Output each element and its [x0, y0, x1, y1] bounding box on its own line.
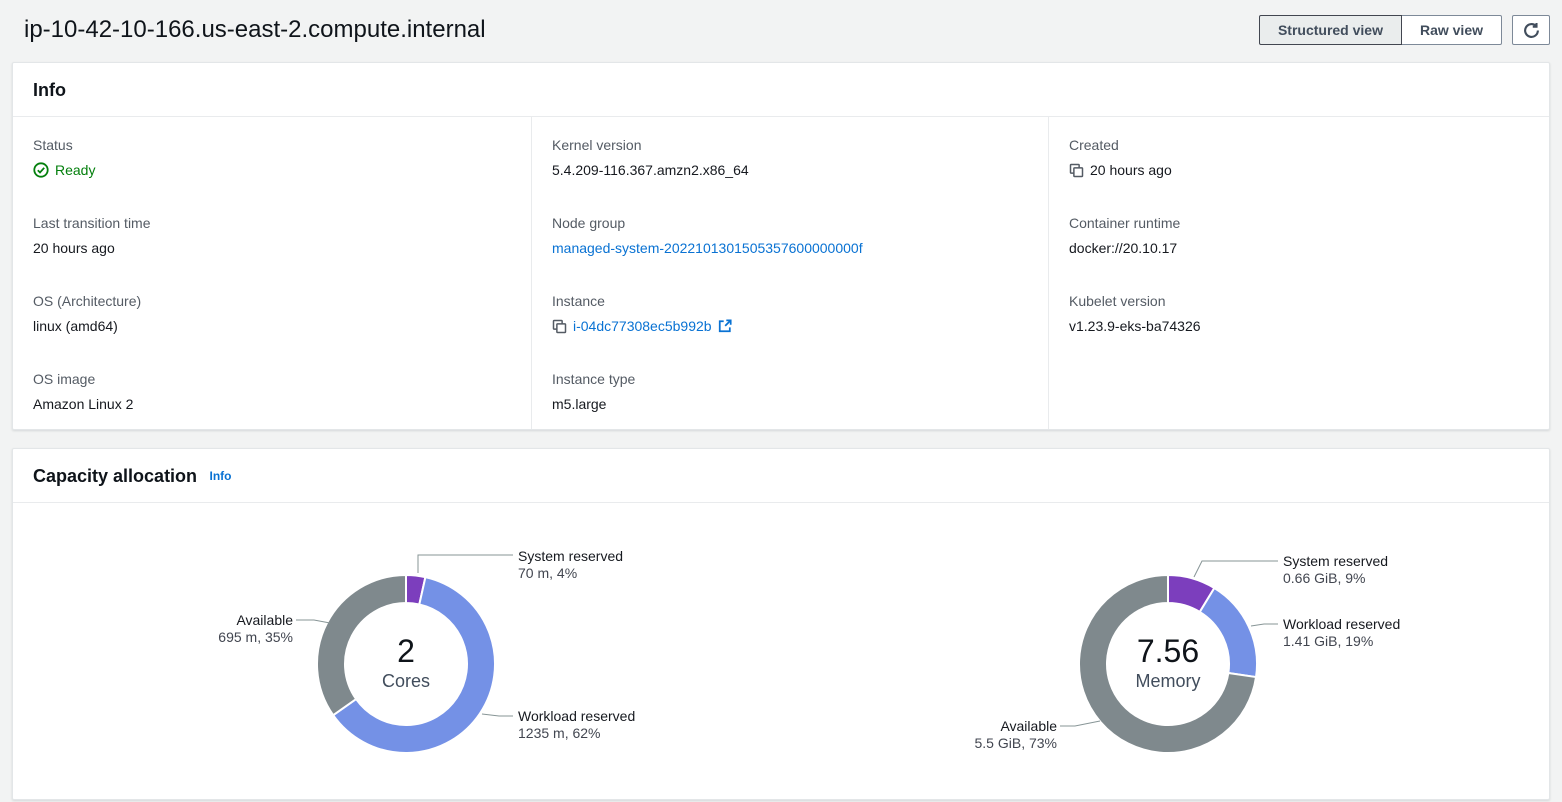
chart-label-memory-workload-reserved: Workload reserved 1.41 GiB, 19%: [1283, 616, 1400, 649]
leader-line: [1060, 721, 1100, 726]
chart-label-cores-workload-reserved: Workload reserved 1235 m, 62%: [518, 708, 635, 741]
field-value: m5.large: [552, 394, 1028, 414]
field-status: Status Ready: [13, 117, 531, 195]
external-link-icon[interactable]: [718, 319, 732, 333]
leader-line: [296, 620, 330, 623]
field-label: Status: [33, 136, 511, 154]
copy-icon[interactable]: [1069, 163, 1084, 178]
field-label: Last transition time: [33, 214, 511, 232]
page-title: ip-10-42-10-166.us-east-2.compute.intern…: [24, 13, 486, 47]
leader-line: [482, 714, 513, 716]
field-label: Created: [1069, 136, 1529, 154]
capacity-info-link[interactable]: Info: [210, 469, 232, 483]
chart-label-memory-system-reserved: System reserved 0.66 GiB, 9%: [1283, 553, 1388, 586]
leader-line: [418, 555, 513, 573]
page-header: ip-10-42-10-166.us-east-2.compute.intern…: [0, 0, 1562, 62]
field-label: Instance: [552, 292, 1028, 310]
field-value: Amazon Linux 2: [33, 394, 511, 414]
memory-donut-center: 7.56 Memory: [1088, 633, 1248, 693]
node-group-link[interactable]: managed-system-2022101301505357600000000…: [552, 238, 863, 258]
chart-label-memory-available: Available 5.5 GiB, 73%: [885, 718, 1057, 751]
cores-donut-center: 2 Cores: [326, 633, 486, 693]
field-value: 5.4.209-116.367.amzn2.x86_64: [552, 160, 1028, 180]
field-kernel-version: Kernel version 5.4.209-116.367.amzn2.x86…: [531, 117, 1048, 195]
field-kubelet-version: Kubelet version v1.23.9-eks-ba74326: [1048, 273, 1549, 351]
field-value: 20 hours ago: [1090, 160, 1172, 180]
field-os-image: OS image Amazon Linux 2: [13, 351, 531, 429]
copy-icon[interactable]: [552, 319, 567, 334]
refresh-icon: [1523, 22, 1540, 39]
field-instance: Instance i-04dc77308ec5b992b: [531, 273, 1048, 351]
field-created: Created 20 hours ago: [1048, 117, 1549, 195]
field-label: Instance type: [552, 370, 1028, 388]
cores-total-label: Cores: [326, 669, 486, 693]
header-actions: Structured view Raw view: [1259, 15, 1550, 45]
memory-total-label: Memory: [1088, 669, 1248, 693]
field-node-group: Node group managed-system-20221013015053…: [531, 195, 1048, 273]
status-value: Ready: [55, 160, 95, 180]
field-value: linux (amd64): [33, 316, 511, 336]
chart-label-cores-available: Available 695 m, 35%: [121, 612, 293, 645]
info-panel-title: Info: [33, 80, 66, 100]
field-label: Kernel version: [552, 136, 1028, 154]
field-value: v1.23.9-eks-ba74326: [1069, 316, 1529, 336]
field-container-runtime: Container runtime docker://20.10.17: [1048, 195, 1549, 273]
field-value: docker://20.10.17: [1069, 238, 1529, 258]
info-panel: Info Status Ready Kernel version 5.4.209…: [12, 62, 1550, 430]
chart-label-cores-system-reserved: System reserved 70 m, 4%: [518, 548, 623, 581]
raw-view-button[interactable]: Raw view: [1402, 15, 1502, 45]
field-os-architecture: OS (Architecture) linux (amd64): [13, 273, 531, 351]
field-instance-type: Instance type m5.large: [531, 351, 1048, 429]
refresh-button[interactable]: [1512, 15, 1550, 45]
capacity-allocation-panel: Capacity allocation Info 2 Cores 7.56 Me…: [12, 448, 1550, 800]
field-last-transition-time: Last transition time 20 hours ago: [13, 195, 531, 273]
status-success-icon: [33, 162, 49, 178]
structured-view-button[interactable]: Structured view: [1259, 15, 1402, 45]
empty-cell: [1048, 351, 1549, 429]
capacity-panel-title: Capacity allocation: [33, 466, 197, 486]
instance-link[interactable]: i-04dc77308ec5b992b: [573, 316, 712, 336]
leader-line: [1194, 561, 1278, 577]
field-label: OS (Architecture): [33, 292, 511, 310]
capacity-charts-svg: [13, 503, 1549, 802]
field-value: 20 hours ago: [33, 238, 511, 258]
info-grid: Status Ready Kernel version 5.4.209-116.…: [13, 117, 1549, 429]
cores-total-value: 2: [326, 633, 486, 669]
field-label: Container runtime: [1069, 214, 1529, 232]
field-label: OS image: [33, 370, 511, 388]
capacity-charts-area: 2 Cores 7.56 Memory System reserved 70 m…: [13, 503, 1549, 802]
capacity-panel-header: Capacity allocation Info: [13, 449, 1549, 503]
info-panel-header: Info: [13, 63, 1549, 117]
memory-total-value: 7.56: [1088, 633, 1248, 669]
field-label: Kubelet version: [1069, 292, 1529, 310]
leader-line: [1251, 624, 1278, 626]
view-toggle: Structured view Raw view: [1259, 15, 1502, 45]
field-label: Node group: [552, 214, 1028, 232]
